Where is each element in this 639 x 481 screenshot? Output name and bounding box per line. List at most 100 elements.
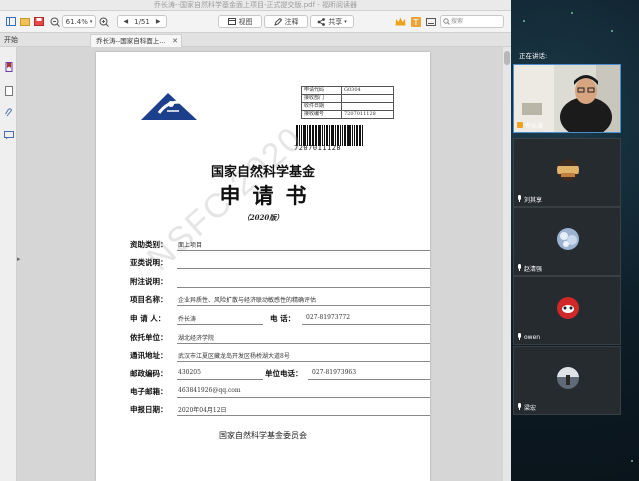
text-tool-icon[interactable]: T	[410, 15, 422, 28]
participant-name: 梁宏	[524, 405, 537, 412]
participant-avatar	[557, 297, 579, 319]
barcode-bar	[348, 125, 352, 146]
svg-text:T: T	[413, 18, 419, 27]
zoom-level-field[interactable]: 61.4% ▾	[62, 15, 96, 28]
thumbnail-icon[interactable]	[4, 81, 14, 96]
annotate-icon	[273, 17, 282, 26]
tab-start[interactable]: 开始	[4, 33, 18, 47]
expand-panel-icon[interactable]: ▸	[17, 255, 21, 263]
field-label: 电子邮箱：	[130, 387, 168, 396]
field-underline	[177, 324, 263, 325]
share-icon	[317, 17, 326, 26]
page-indicator[interactable]: 1/51	[134, 18, 150, 26]
field-value: 027-81973772	[306, 314, 351, 321]
crown-icon[interactable]	[394, 15, 406, 28]
committee-name: 国家自然科学基金委员会	[219, 431, 307, 440]
field-value: 463841926@qq.com	[178, 387, 241, 394]
participant-tile[interactable]: 刘其享	[513, 138, 621, 207]
participant-name-row: 赵清强	[517, 264, 542, 273]
participant-tile[interactable]: 梁宏	[513, 346, 621, 415]
field-value: 面上项目	[178, 242, 203, 249]
tab-document[interactable]: 乔长涛--国家自科面上... ✕	[90, 34, 182, 47]
participant-avatar	[557, 159, 579, 181]
barcode-bar	[346, 125, 348, 146]
next-page-icon[interactable]: ▶	[156, 18, 161, 25]
nsfc-logo	[141, 91, 198, 125]
barcode-bar	[352, 125, 354, 146]
field-label: 邮政编码：	[130, 369, 168, 378]
star-dot	[631, 460, 633, 462]
field-label: 项目名称：	[130, 295, 168, 304]
barcode-bar	[308, 125, 311, 146]
share-button[interactable]: 共享 ▾	[310, 15, 354, 28]
mic-muted-icon	[517, 264, 522, 273]
mic-muted-icon	[517, 333, 522, 342]
keyboard-icon[interactable]	[425, 15, 437, 28]
field-label: 附注说明：	[130, 277, 168, 286]
vertical-scrollbar[interactable]	[503, 47, 511, 481]
participant-tile[interactable]: 赵清强	[513, 207, 621, 276]
participant-name-row: 乔长涛	[517, 121, 543, 130]
barcode-bar	[362, 125, 363, 146]
info-key: 申请代码	[301, 86, 342, 95]
field-value: 2020年04月12日	[178, 407, 227, 414]
view-label: 视图	[238, 17, 253, 26]
participant-name: owen	[524, 334, 541, 341]
close-tab-icon[interactable]: ✕	[172, 35, 178, 47]
view-icon	[227, 18, 236, 25]
participant-name-row: owen	[517, 333, 540, 342]
field-label: 申 请 人：	[130, 314, 166, 323]
participant-avatar	[557, 367, 579, 389]
page-navigator: ◀ 1/51 ▶	[117, 15, 167, 28]
attachment-icon[interactable]	[4, 103, 14, 117]
field-label: 亚类说明：	[130, 258, 168, 267]
field-label: 申报日期：	[130, 405, 168, 414]
barcode-bar	[324, 125, 326, 146]
open-file-icon[interactable]	[19, 15, 31, 28]
participant-tile[interactable]: 乔长涛	[513, 64, 621, 137]
barcode-bar	[330, 125, 334, 146]
info-key: 收件日期	[301, 102, 342, 111]
field-label: 依托单位：	[130, 333, 168, 342]
barcode-bar	[354, 125, 356, 146]
field-value: 乔长涛	[178, 316, 197, 323]
search-placeholder: 搜索	[451, 18, 464, 25]
barcode-bar	[326, 125, 329, 146]
sidebar-toggle-icon[interactable]	[5, 15, 17, 28]
scrollbar-thumb[interactable]	[504, 51, 510, 65]
field-underline	[177, 397, 430, 398]
search-input[interactable]: 搜索	[440, 15, 504, 28]
participant-name: 乔长涛	[525, 123, 544, 130]
zoom-out-icon[interactable]	[49, 15, 61, 28]
zoom-level: 61.4%	[65, 17, 88, 26]
field-underline	[302, 324, 430, 325]
info-value: G0304	[341, 86, 394, 95]
bookmark-icon[interactable]	[4, 57, 14, 72]
participant-tile[interactable]: owen	[513, 276, 621, 345]
field-label: 通讯地址：	[130, 351, 168, 360]
info-value: 7207011128	[341, 110, 394, 119]
save-icon[interactable]	[33, 15, 45, 28]
title-bar: 乔长涛--国家自然科学基金面上项目-正式提交版.pdf - 福昕阅读器	[0, 0, 511, 11]
prev-page-icon[interactable]: ◀	[124, 18, 129, 25]
annotate-button[interactable]: 注释	[264, 15, 308, 28]
annotate-label: 注释	[284, 17, 299, 26]
comment-icon[interactable]	[4, 125, 14, 140]
view-button[interactable]: 视图	[218, 15, 262, 28]
star-dot	[571, 12, 573, 14]
field-underline	[177, 250, 430, 251]
pdf-reader-window: 乔长涛--国家自然科学基金面上项目-正式提交版.pdf - 福昕阅读器 61.4…	[0, 0, 511, 481]
zoom-in-icon[interactable]	[98, 15, 110, 28]
barcode-bar	[359, 125, 362, 146]
pdf-page: 申请代码 G0304 接收部门 收件日期 接收编号 7207011128 72070…	[96, 52, 430, 481]
meeting-panel: 正在讲话: 乔长涛 刘其享 赵清强 owen 梁宏	[511, 0, 639, 481]
tabs-bar: 开始 乔长涛--国家自科面上... ✕	[0, 33, 511, 47]
mic-muted-icon	[517, 195, 522, 204]
barcode-bar	[311, 125, 313, 146]
edition: （2020版）	[242, 213, 284, 222]
barcode-bar	[343, 125, 346, 146]
participant-avatar	[557, 228, 579, 250]
search-icon	[443, 16, 450, 29]
mic-muted-icon	[517, 403, 522, 412]
window-title: 乔长涛--国家自然科学基金面上项目-正式提交版.pdf - 福昕阅读器	[153, 1, 358, 9]
